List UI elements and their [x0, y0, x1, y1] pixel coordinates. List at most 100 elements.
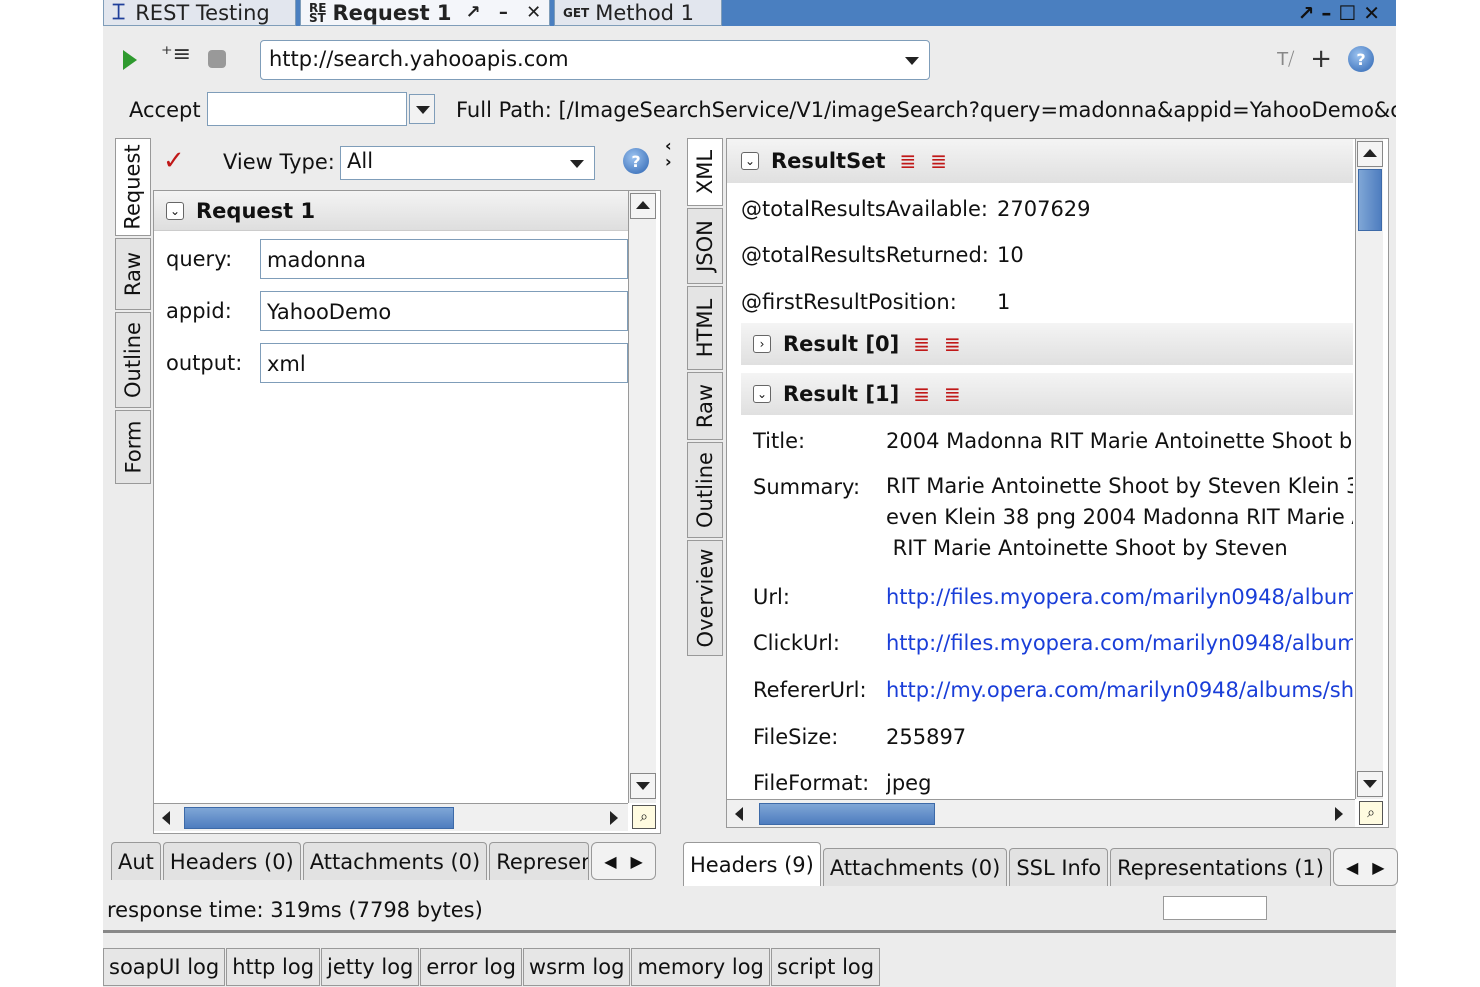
chevron-down-icon[interactable]: [905, 57, 919, 65]
tab-response-attachments[interactable]: Attachments (0): [822, 848, 1008, 886]
tab-ssl-info[interactable]: SSL Info: [1009, 848, 1109, 886]
tab-method-1[interactable]: GET Method 1: [554, 0, 722, 26]
zoom-icon[interactable]: ⌕: [632, 805, 656, 829]
tab-http-log[interactable]: http log: [226, 948, 321, 986]
list-menu-icon[interactable]: ≣: [913, 382, 930, 406]
resultset-header[interactable]: ⌄ ResultSet ≣ ≣: [727, 139, 1353, 183]
form-vertical-scrollbar[interactable]: [628, 191, 656, 803]
panel-splitter[interactable]: ‹ ›: [665, 138, 679, 178]
list-menu-icon[interactable]: ≣: [944, 382, 961, 406]
chevron-left-icon[interactable]: ◀: [1346, 858, 1358, 877]
endpoint-url-combo[interactable]: http://search.yahooapis.com: [260, 40, 930, 80]
stop-icon[interactable]: [208, 50, 226, 68]
accept-dropdown-button[interactable]: [409, 94, 435, 124]
form-body: ⌄ Request 1 query: madonna appid: YahooD…: [153, 190, 661, 834]
validate-check-icon[interactable]: ✓: [163, 146, 185, 176]
result-0-header[interactable]: › Result [0] ≣ ≣: [741, 323, 1353, 365]
vtab-outline[interactable]: Outline: [687, 442, 723, 538]
summary-line: even Klein 38 png 2004 Madonna RIT Marie…: [886, 505, 1353, 529]
param-input-appid[interactable]: YahooDemo: [260, 291, 628, 331]
tab-request-1[interactable]: RE ST Request 1 ↗ – ✕: [300, 0, 550, 26]
url-link[interactable]: http://files.myopera.com/marilyn0948/alb…: [886, 585, 1353, 609]
chevron-right-icon[interactable]: ▶: [1372, 858, 1384, 877]
tm-icon[interactable]: T⧸: [1277, 49, 1294, 70]
request-section-header[interactable]: ⌄ Request 1: [154, 191, 628, 231]
expand-icon[interactable]: ›: [753, 335, 771, 353]
list-menu-icon[interactable]: ≣: [900, 149, 917, 173]
log-divider[interactable]: [103, 930, 1396, 933]
tab-scroll-buttons[interactable]: ◀ ▶: [1332, 848, 1398, 886]
vtab-raw[interactable]: Raw: [687, 372, 723, 440]
status-bar: response time: 319ms (7798 bytes): [103, 890, 1396, 930]
tab-wsrm-log[interactable]: wsrm log: [522, 948, 631, 986]
scroll-up-icon[interactable]: [630, 193, 656, 219]
tab-error-log[interactable]: error log: [420, 948, 522, 986]
scroll-right-icon[interactable]: [610, 811, 618, 825]
scroll-down-icon[interactable]: [1357, 771, 1383, 797]
field-key: FileFormat:: [753, 771, 870, 795]
vtab-overview[interactable]: Overview: [687, 540, 723, 656]
tab-response-headers[interactable]: Headers (9): [683, 842, 821, 886]
tab-rest-testing[interactable]: ⌶ REST Testing: [103, 0, 296, 26]
vtab-json[interactable]: JSON: [687, 208, 723, 284]
vtab-request[interactable]: Request: [115, 138, 151, 236]
vtab-outline[interactable]: Outline: [115, 312, 151, 408]
window-controls[interactable]: ↗ – ☐ ✕: [1298, 0, 1380, 26]
list-menu-icon[interactable]: ≣: [913, 332, 930, 356]
list-menu-icon[interactable]: ≣: [944, 332, 961, 356]
response-vertical-scrollbar[interactable]: [1355, 139, 1383, 799]
param-input-output[interactable]: xml: [260, 343, 628, 383]
scroll-down-icon[interactable]: [630, 773, 656, 799]
tab-soapui-log[interactable]: soapUI log: [103, 948, 226, 986]
list-menu-icon[interactable]: ≣: [930, 149, 947, 173]
response-horizontal-scrollbar[interactable]: [727, 799, 1355, 827]
tab-request-attachments[interactable]: Attachments (0): [302, 842, 488, 880]
accept-input[interactable]: [207, 92, 407, 126]
tab-request-headers[interactable]: Headers (0): [162, 842, 301, 880]
form-horizontal-scrollbar[interactable]: [154, 803, 628, 831]
param-input-query[interactable]: madonna: [260, 239, 628, 279]
add-to-testcase-icon[interactable]: ⁺≡: [161, 42, 191, 67]
tab-request-representations[interactable]: Represen: [489, 842, 590, 880]
collapse-icon[interactable]: ⌄: [166, 201, 184, 220]
vtab-xml[interactable]: XML: [687, 138, 723, 206]
view-type-select[interactable]: All: [340, 146, 595, 180]
vtab-html[interactable]: HTML: [687, 286, 723, 370]
run-icon[interactable]: [123, 50, 137, 70]
field-title: Title: 2004 Madonna RIT Marie Antoinette…: [753, 429, 1353, 461]
scroll-left-icon[interactable]: [735, 807, 743, 821]
scroll-thumb[interactable]: [1358, 169, 1382, 231]
scroll-left-icon[interactable]: [162, 811, 170, 825]
chevron-down-icon[interactable]: [570, 160, 584, 168]
vtab-raw[interactable]: Raw: [115, 238, 151, 310]
tab-scroll-buttons[interactable]: ◀ ▶: [591, 842, 656, 880]
tab-memory-log[interactable]: memory log: [631, 948, 770, 986]
chevron-right-icon[interactable]: ▶: [631, 852, 643, 871]
tab-controls[interactable]: ↗ – ✕: [466, 2, 548, 23]
progress-box: [1163, 896, 1267, 920]
scroll-up-icon[interactable]: [1357, 141, 1383, 167]
result-1-header[interactable]: ⌄ Result [1] ≣ ≣: [741, 373, 1353, 415]
scroll-thumb[interactable]: [759, 803, 935, 825]
collapse-icon[interactable]: ⌄: [741, 152, 759, 170]
attr-first-position: @firstResultPosition: 1: [741, 286, 1341, 318]
vtab-form[interactable]: Form: [115, 410, 151, 484]
summary-line: RIT Marie Antoinette Shoot by Steven Kle…: [886, 474, 1353, 498]
zoom-icon[interactable]: ⌕: [1359, 801, 1383, 825]
scroll-thumb[interactable]: [184, 807, 454, 829]
clickurl-link[interactable]: http://files.myopera.com/marilyn0948/alb…: [886, 631, 1353, 655]
help-icon[interactable]: ?: [1348, 46, 1374, 72]
tab-auth[interactable]: Aut: [111, 842, 161, 880]
field-value: jpeg: [886, 771, 932, 795]
tab-script-log[interactable]: script log: [770, 948, 881, 986]
refererurl-link[interactable]: http://my.opera.com/marilyn0948/albums/s…: [886, 678, 1353, 702]
field-value: 255897: [886, 725, 967, 749]
tab-jetty-log[interactable]: jetty log: [321, 948, 420, 986]
chevron-left-icon[interactable]: ◀: [604, 852, 616, 871]
plus-icon[interactable]: +: [1310, 44, 1332, 74]
field-clickurl: ClickUrl: http://files.myopera.com/maril…: [753, 631, 1353, 663]
collapse-icon[interactable]: ⌄: [753, 385, 771, 403]
tab-response-representations[interactable]: Representations (1): [1110, 848, 1331, 886]
help-icon[interactable]: ?: [623, 148, 649, 174]
scroll-right-icon[interactable]: [1335, 807, 1343, 821]
